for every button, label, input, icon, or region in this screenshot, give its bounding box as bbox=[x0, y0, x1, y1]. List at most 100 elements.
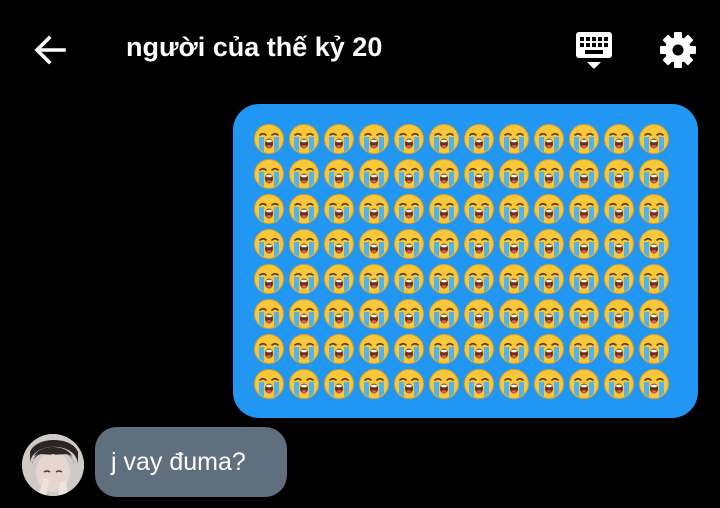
loudly-crying-face-emoji bbox=[566, 296, 601, 331]
loudly-crying-face-emoji bbox=[321, 191, 356, 226]
incoming-message-text: j vay đuma? bbox=[111, 448, 246, 476]
loudly-crying-face-emoji bbox=[321, 226, 356, 261]
loudly-crying-face-emoji bbox=[566, 366, 601, 401]
loudly-crying-face-emoji bbox=[601, 331, 636, 366]
loudly-crying-face-emoji bbox=[426, 331, 461, 366]
loudly-crying-face-emoji bbox=[286, 191, 321, 226]
keyboard-button[interactable] bbox=[574, 28, 614, 72]
loudly-crying-face-emoji bbox=[286, 226, 321, 261]
loudly-crying-face-emoji bbox=[286, 296, 321, 331]
loudly-crying-face-emoji bbox=[461, 366, 496, 401]
loudly-crying-face-emoji bbox=[426, 261, 461, 296]
loudly-crying-face-emoji bbox=[636, 331, 671, 366]
loudly-crying-face-emoji bbox=[531, 156, 566, 191]
loudly-crying-face-emoji bbox=[601, 156, 636, 191]
loudly-crying-face-emoji bbox=[391, 121, 426, 156]
keyboard-icon bbox=[576, 32, 612, 69]
loudly-crying-face-emoji bbox=[566, 121, 601, 156]
loudly-crying-face-emoji bbox=[636, 156, 671, 191]
loudly-crying-face-emoji bbox=[496, 261, 531, 296]
loudly-crying-face-emoji bbox=[461, 226, 496, 261]
loudly-crying-face-emoji bbox=[321, 121, 356, 156]
loudly-crying-face-emoji bbox=[426, 296, 461, 331]
loudly-crying-face-emoji bbox=[531, 331, 566, 366]
loudly-crying-face-emoji bbox=[636, 296, 671, 331]
loudly-crying-face-emoji bbox=[286, 366, 321, 401]
loudly-crying-face-emoji bbox=[286, 261, 321, 296]
loudly-crying-face-emoji bbox=[321, 331, 356, 366]
loudly-crying-face-emoji bbox=[251, 331, 286, 366]
loudly-crying-face-emoji bbox=[286, 121, 321, 156]
loudly-crying-face-emoji bbox=[321, 366, 356, 401]
loudly-crying-face-emoji bbox=[601, 191, 636, 226]
loudly-crying-face-emoji bbox=[496, 296, 531, 331]
loudly-crying-face-emoji bbox=[391, 261, 426, 296]
loudly-crying-face-emoji bbox=[636, 121, 671, 156]
loudly-crying-face-emoji bbox=[426, 121, 461, 156]
loudly-crying-face-emoji bbox=[566, 191, 601, 226]
loudly-crying-face-emoji bbox=[356, 121, 391, 156]
loudly-crying-face-emoji bbox=[566, 261, 601, 296]
loudly-crying-face-emoji bbox=[426, 366, 461, 401]
loudly-crying-face-emoji bbox=[426, 156, 461, 191]
loudly-crying-face-emoji bbox=[601, 121, 636, 156]
settings-button[interactable] bbox=[658, 30, 698, 70]
loudly-crying-face-emoji bbox=[496, 226, 531, 261]
loudly-crying-face-emoji bbox=[321, 156, 356, 191]
loudly-crying-face-emoji bbox=[251, 366, 286, 401]
loudly-crying-face-emoji bbox=[391, 226, 426, 261]
loudly-crying-face-emoji bbox=[636, 366, 671, 401]
emoji-grid bbox=[251, 121, 671, 401]
avatar-photo bbox=[22, 434, 84, 496]
loudly-crying-face-emoji bbox=[356, 156, 391, 191]
loudly-crying-face-emoji bbox=[531, 226, 566, 261]
loudly-crying-face-emoji bbox=[391, 156, 426, 191]
loudly-crying-face-emoji bbox=[531, 121, 566, 156]
loudly-crying-face-emoji bbox=[426, 226, 461, 261]
loudly-crying-face-emoji bbox=[251, 121, 286, 156]
loudly-crying-face-emoji bbox=[391, 296, 426, 331]
outgoing-message-bubble[interactable] bbox=[233, 104, 698, 418]
loudly-crying-face-emoji bbox=[566, 331, 601, 366]
loudly-crying-face-emoji bbox=[356, 331, 391, 366]
loudly-crying-face-emoji bbox=[566, 156, 601, 191]
loudly-crying-face-emoji bbox=[496, 191, 531, 226]
loudly-crying-face-emoji bbox=[391, 191, 426, 226]
loudly-crying-face-emoji bbox=[461, 296, 496, 331]
loudly-crying-face-emoji bbox=[531, 191, 566, 226]
loudly-crying-face-emoji bbox=[601, 261, 636, 296]
loudly-crying-face-emoji bbox=[566, 226, 601, 261]
loudly-crying-face-emoji bbox=[496, 121, 531, 156]
loudly-crying-face-emoji bbox=[286, 331, 321, 366]
loudly-crying-face-emoji bbox=[461, 121, 496, 156]
loudly-crying-face-emoji bbox=[251, 191, 286, 226]
loudly-crying-face-emoji bbox=[601, 296, 636, 331]
loudly-crying-face-emoji bbox=[601, 366, 636, 401]
loudly-crying-face-emoji bbox=[251, 156, 286, 191]
incoming-message-bubble[interactable]: j vay đuma? bbox=[95, 427, 287, 497]
loudly-crying-face-emoji bbox=[356, 366, 391, 401]
loudly-crying-face-emoji bbox=[356, 226, 391, 261]
loudly-crying-face-emoji bbox=[251, 226, 286, 261]
chat-title: người của thế kỷ 20 bbox=[126, 32, 383, 62]
loudly-crying-face-emoji bbox=[496, 331, 531, 366]
loudly-crying-face-emoji bbox=[636, 261, 671, 296]
loudly-crying-face-emoji bbox=[391, 331, 426, 366]
loudly-crying-face-emoji bbox=[636, 226, 671, 261]
loudly-crying-face-emoji bbox=[321, 296, 356, 331]
loudly-crying-face-emoji bbox=[356, 296, 391, 331]
loudly-crying-face-emoji bbox=[531, 366, 566, 401]
back-arrow-icon bbox=[34, 35, 66, 65]
back-button[interactable] bbox=[30, 30, 70, 70]
loudly-crying-face-emoji bbox=[496, 156, 531, 191]
loudly-crying-face-emoji bbox=[356, 191, 391, 226]
gear-icon bbox=[660, 32, 696, 68]
loudly-crying-face-emoji bbox=[461, 191, 496, 226]
loudly-crying-face-emoji bbox=[356, 261, 391, 296]
loudly-crying-face-emoji bbox=[461, 261, 496, 296]
loudly-crying-face-emoji bbox=[461, 331, 496, 366]
loudly-crying-face-emoji bbox=[391, 366, 426, 401]
loudly-crying-face-emoji bbox=[531, 296, 566, 331]
avatar[interactable] bbox=[22, 434, 84, 496]
loudly-crying-face-emoji bbox=[251, 296, 286, 331]
